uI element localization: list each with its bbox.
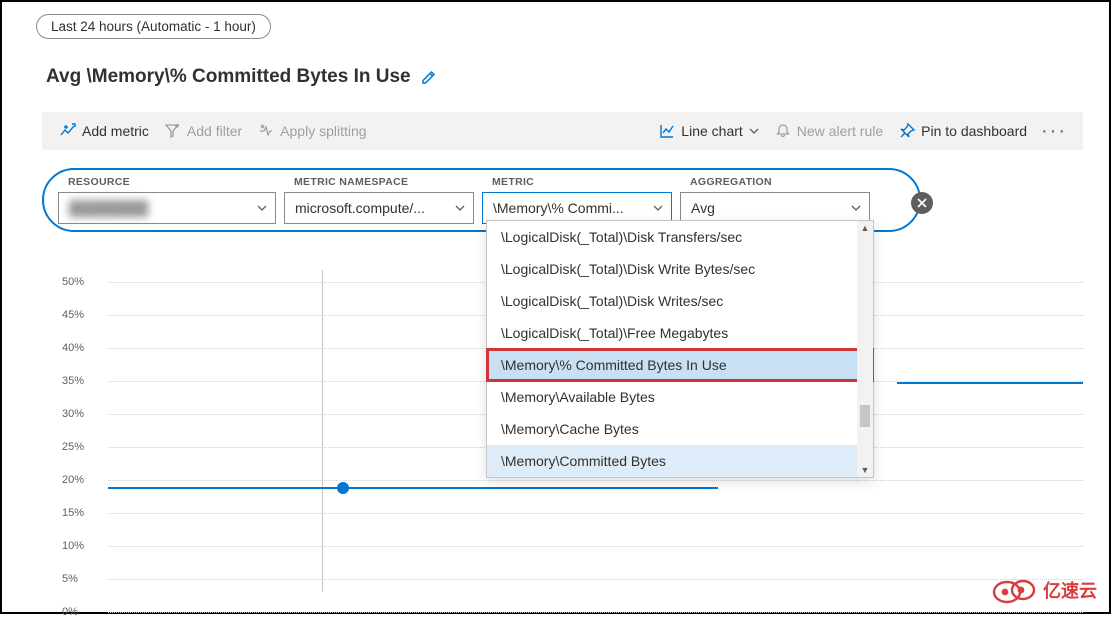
watermark: 亿速云 xyxy=(991,576,1097,604)
new-alert-button[interactable]: New alert rule xyxy=(767,119,891,143)
scrollbar[interactable]: ▲ ▼ xyxy=(857,221,873,477)
chevron-down-icon xyxy=(749,126,759,136)
scroll-up-icon[interactable]: ▲ xyxy=(861,221,870,235)
page-title: Avg \Memory\% Committed Bytes In Use xyxy=(46,66,411,88)
namespace-value: microsoft.compute/... xyxy=(295,200,425,216)
gridline xyxy=(108,480,1083,481)
gridline xyxy=(108,579,1083,580)
gridline xyxy=(108,513,1083,514)
y-tick-label: 50% xyxy=(62,276,84,288)
aggregation-label: AGGREGATION xyxy=(690,176,870,188)
metric-option[interactable]: \LogicalDisk(_Total)\Disk Writes/sec xyxy=(487,285,873,317)
apply-splitting-label: Apply splitting xyxy=(280,123,366,139)
y-tick-label: 40% xyxy=(62,342,84,354)
y-tick-label: 5% xyxy=(62,573,78,585)
y-tick-label: 15% xyxy=(62,507,84,519)
metric-option[interactable]: \LogicalDisk(_Total)\Disk Transfers/sec xyxy=(487,221,873,253)
metric-option[interactable]: \LogicalDisk(_Total)\Disk Write Bytes/se… xyxy=(487,253,873,285)
bell-icon xyxy=(775,123,791,139)
resource-label: RESOURCE xyxy=(68,176,276,188)
namespace-dropdown[interactable]: microsoft.compute/... xyxy=(284,192,474,224)
chart-series-line xyxy=(108,487,718,489)
remove-metric-button[interactable] xyxy=(911,192,933,214)
y-tick-label: 45% xyxy=(62,309,84,321)
add-metric-label: Add metric xyxy=(82,123,149,139)
watermark-text: 亿速云 xyxy=(1043,577,1097,603)
line-chart-icon xyxy=(659,123,675,139)
chart-crosshair-point xyxy=(337,482,349,494)
y-tick-label: 30% xyxy=(62,408,84,420)
chart-type-dropdown[interactable]: Line chart xyxy=(651,119,766,143)
filter-icon xyxy=(165,123,181,139)
add-metric-icon xyxy=(60,123,76,139)
chevron-down-icon xyxy=(257,203,267,213)
watermark-icon xyxy=(991,576,1037,604)
edit-icon[interactable] xyxy=(421,69,437,85)
gridline xyxy=(108,546,1083,547)
add-metric-button[interactable]: Add metric xyxy=(52,119,157,143)
scroll-down-icon[interactable]: ▼ xyxy=(861,463,870,477)
add-filter-button[interactable]: Add filter xyxy=(157,119,250,143)
chart-series-line xyxy=(897,382,1083,384)
chart-type-label: Line chart xyxy=(681,123,742,139)
pin-label: Pin to dashboard xyxy=(921,123,1027,139)
chevron-down-icon xyxy=(851,203,861,213)
metric-label: METRIC xyxy=(492,176,672,188)
metric-option[interactable]: \LogicalDisk(_Total)\Free Megabytes xyxy=(487,317,873,349)
gridline xyxy=(108,612,1083,613)
y-tick-label: 20% xyxy=(62,474,84,486)
chevron-down-icon xyxy=(455,203,465,213)
time-range-pill[interactable]: Last 24 hours (Automatic - 1 hour) xyxy=(36,14,271,39)
resource-dropdown[interactable]: ████████ xyxy=(58,192,276,224)
split-icon xyxy=(258,123,274,139)
scroll-thumb[interactable] xyxy=(860,405,870,427)
y-tick-label: 10% xyxy=(62,540,84,552)
metric-option[interactable]: \Memory\Available Bytes xyxy=(487,381,873,413)
new-alert-label: New alert rule xyxy=(797,123,883,139)
metric-option[interactable]: \Memory\Cache Bytes xyxy=(487,413,873,445)
metric-value: \Memory\% Commi... xyxy=(493,200,624,216)
close-icon xyxy=(916,197,928,209)
more-button[interactable]: ··· xyxy=(1035,120,1073,143)
toolbar: Add metric Add filter Apply splitting Li… xyxy=(42,112,1083,150)
pin-icon xyxy=(899,123,915,139)
y-tick-label: 35% xyxy=(62,375,84,387)
aggregation-value: Avg xyxy=(691,200,715,216)
y-tick-label: 0% xyxy=(62,606,78,618)
metric-option-selected[interactable]: \Memory\% Committed Bytes In Use xyxy=(487,349,873,381)
metric-option[interactable]: \Memory\Committed Bytes xyxy=(487,445,873,477)
add-filter-label: Add filter xyxy=(187,123,242,139)
pin-button[interactable]: Pin to dashboard xyxy=(891,119,1035,143)
chart-cursor-line xyxy=(322,270,323,592)
chevron-down-icon xyxy=(653,203,663,213)
y-tick-label: 25% xyxy=(62,441,84,453)
metric-dropdown-panel: \LogicalDisk(_Total)\Disk Transfers/sec … xyxy=(486,220,874,478)
namespace-label: METRIC NAMESPACE xyxy=(294,176,474,188)
apply-splitting-button[interactable]: Apply splitting xyxy=(250,119,374,143)
